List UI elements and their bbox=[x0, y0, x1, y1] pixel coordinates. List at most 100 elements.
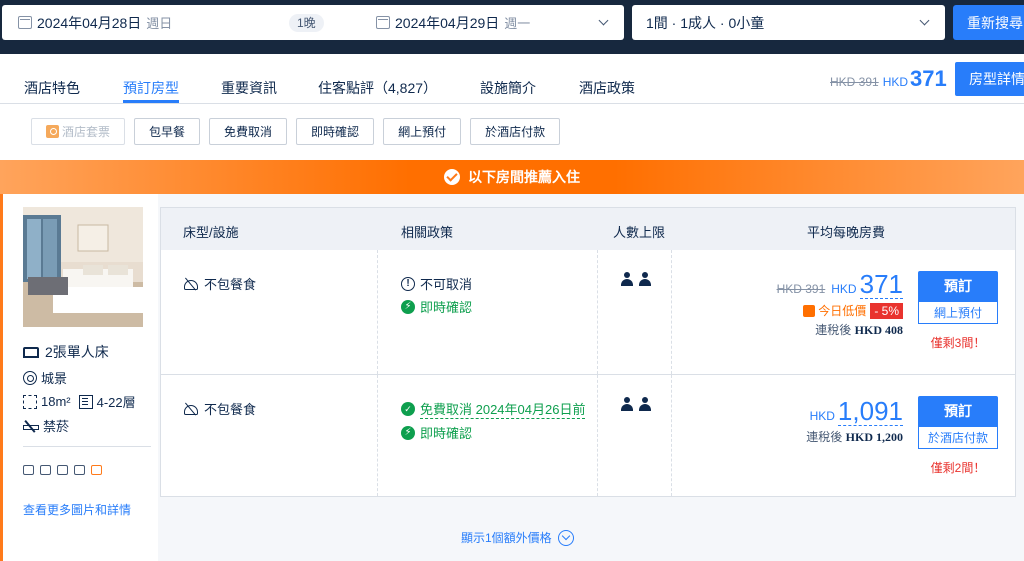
confirm-policy-text: 即時確認 bbox=[420, 300, 473, 315]
size-text: 18m² bbox=[41, 394, 71, 409]
filter-pay-at-hotel[interactable]: 於酒店付款 bbox=[470, 118, 561, 145]
floor-text: 4-22層 bbox=[96, 395, 136, 410]
recommend-banner: 以下房間推薦入住 bbox=[0, 160, 1024, 194]
price-currency: HKD bbox=[831, 282, 857, 296]
table-row: 不包餐食 ! 不可取消 ⚡ 即時確認 HKD 391 HKD 371 今日低價 … bbox=[161, 250, 1015, 375]
meal-text: 不包餐食 bbox=[204, 277, 257, 292]
book-button[interactable]: 預訂 bbox=[918, 271, 998, 301]
filter-breakfast[interactable]: 包早餐 bbox=[134, 118, 201, 145]
table-row: 不包餐食 ✓ 免費取消 2024年04月26日前 ⚡ 即時確認 HKD 1,09… bbox=[161, 375, 1015, 496]
room-details-button[interactable]: 房型詳情 bbox=[955, 62, 1024, 96]
rooms-left: 僅剩3間！ bbox=[930, 336, 986, 350]
no-meal-icon bbox=[183, 277, 198, 290]
tab-reviews[interactable]: 住客點評（4,827） bbox=[318, 78, 437, 98]
view-icon bbox=[23, 370, 37, 385]
smoking-text: 禁菸 bbox=[43, 419, 70, 434]
section-tabs: 酒店特色 預訂房型 重要資訊 住客點評（4,827） 設施簡介 酒店政策 HKD… bbox=[0, 62, 1024, 104]
checkin-date[interactable]: 2024年04月28日 bbox=[37, 13, 141, 33]
max-guests bbox=[621, 397, 657, 411]
tax-value: HKD 408 bbox=[854, 323, 903, 337]
bed-icon bbox=[23, 346, 39, 358]
search-button[interactable]: 重新搜尋 bbox=[953, 5, 1024, 40]
deal-label: 今日低價 bbox=[818, 304, 867, 318]
amenity-icons bbox=[23, 465, 108, 475]
tv-icon bbox=[40, 465, 51, 475]
column-divider bbox=[377, 375, 378, 496]
bed-type-text: 2張單人床 bbox=[45, 344, 109, 360]
checkin-weekday: 週日 bbox=[146, 16, 173, 31]
column-divider bbox=[597, 375, 598, 496]
show-more-prices[interactable]: 顯示1個額外價格 bbox=[461, 529, 574, 546]
bed-type: 2張單人床 bbox=[23, 342, 109, 362]
header-bed: 床型/設施 bbox=[183, 225, 239, 240]
chevron-down-icon bbox=[919, 15, 930, 26]
tab-important-info[interactable]: 重要資訊 bbox=[221, 78, 277, 98]
guests-selector[interactable]: 1間 · 1成人 · 0小童 bbox=[632, 5, 945, 40]
filter-hotel-package[interactable]: 酒店套票 bbox=[31, 118, 126, 145]
tab-facilities[interactable]: 設施簡介 bbox=[480, 78, 536, 98]
price-currency: HKD bbox=[809, 409, 835, 423]
payment-type[interactable]: 網上預付 bbox=[918, 301, 998, 324]
room-photo[interactable] bbox=[23, 207, 143, 327]
filter-label: 免費取消 bbox=[224, 125, 273, 139]
divider bbox=[23, 446, 151, 447]
filter-label: 酒店套票 bbox=[62, 125, 111, 139]
cancel-policy[interactable]: ✓ 免費取消 2024年04月26日前 bbox=[401, 399, 586, 419]
filter-prepay[interactable]: 網上預付 bbox=[383, 118, 462, 145]
price-block: HKD 1,091 連稅後 HKD 1,200 bbox=[806, 397, 903, 445]
no-smoking-icon bbox=[23, 419, 39, 433]
info-icon: ! bbox=[401, 276, 415, 291]
person-icon bbox=[639, 272, 651, 286]
kettle-icon bbox=[74, 465, 85, 475]
price-value[interactable]: 1,091 bbox=[837, 397, 903, 426]
tab-rooms[interactable]: 預訂房型 bbox=[123, 78, 179, 98]
filter-label: 網上預付 bbox=[398, 125, 447, 139]
header-policy: 相關政策 bbox=[401, 225, 454, 240]
cancel-policy: ! 不可取消 bbox=[401, 274, 472, 293]
calendar-icon bbox=[376, 16, 390, 29]
floor-icon bbox=[78, 394, 93, 409]
rate-table: 床型/設施 相關政策 人數上限 平均每晚房費 不包餐食 ! 不可取消 ⚡ 即時確… bbox=[160, 207, 1016, 497]
filter-instant-confirm[interactable]: 即時確認 bbox=[296, 118, 375, 145]
price-value[interactable]: 371 bbox=[859, 270, 903, 299]
table-header: 床型/設施 相關政策 人數上限 平均每晚房費 bbox=[161, 208, 1015, 250]
deal-percent: - 5% bbox=[870, 302, 903, 319]
meal-info: 不包餐食 bbox=[183, 399, 256, 418]
date-picker[interactable]: 2024年04月28日 週日 1晚 2024年04月29日 週一 bbox=[2, 5, 624, 40]
book-button[interactable]: 預訂 bbox=[918, 396, 998, 426]
cancel-policy-text: 不可取消 bbox=[420, 277, 473, 292]
heater-icon bbox=[91, 465, 102, 475]
filter-free-cancel[interactable]: 免費取消 bbox=[209, 118, 288, 145]
book-group: 預訂 於酒店付款 僅剩2間！ bbox=[918, 396, 998, 476]
cancel-policy-text: 免費取消 2024年04月26日前 bbox=[420, 399, 586, 419]
column-divider bbox=[597, 250, 598, 374]
checkout-weekday: 週一 bbox=[504, 16, 531, 31]
banner-text: 以下房間推薦入住 bbox=[468, 169, 580, 185]
confirm-policy: ⚡ 即時確認 bbox=[401, 297, 472, 316]
show-more-prices-text: 顯示1個額外價格 bbox=[461, 531, 552, 545]
checkout-date[interactable]: 2024年04月29日 bbox=[395, 13, 499, 33]
meal-info: 不包餐食 bbox=[183, 274, 256, 293]
deal-badge: 今日低價 - 5% bbox=[777, 302, 903, 319]
filter-label: 於酒店付款 bbox=[485, 125, 546, 139]
header-price-old: HKD 391 bbox=[830, 75, 879, 89]
price-old: HKD 391 bbox=[776, 282, 826, 296]
search-bar: 2024年04月28日 週日 1晚 2024年04月29日 週一 1間 · 1成… bbox=[0, 0, 1024, 54]
fridge-icon bbox=[57, 465, 68, 475]
header-max-guests: 人數上限 bbox=[613, 225, 666, 240]
chevron-down-icon[interactable] bbox=[598, 15, 609, 26]
header-avg-price: 平均每晚房費 bbox=[807, 225, 886, 240]
more-photos-link[interactable]: 查看更多圖片和詳情 bbox=[23, 501, 131, 518]
check-circle-icon bbox=[444, 169, 460, 185]
lightning-icon: ⚡ bbox=[401, 299, 415, 314]
tab-policies[interactable]: 酒店政策 bbox=[579, 78, 635, 98]
price-block: HKD 391 HKD 371 今日低價 - 5% 連稅後 HKD 408 bbox=[777, 270, 903, 338]
meal-text: 不包餐食 bbox=[204, 402, 257, 417]
confirm-policy: ⚡ 即時確認 bbox=[401, 423, 472, 442]
tab-features[interactable]: 酒店特色 bbox=[24, 78, 80, 98]
payment-type[interactable]: 於酒店付款 bbox=[918, 426, 998, 449]
column-divider bbox=[671, 250, 672, 374]
tax-price: 連稅後 HKD 1,200 bbox=[806, 428, 903, 445]
confirm-policy-text: 即時確認 bbox=[420, 426, 473, 441]
header-price-currency: HKD bbox=[882, 75, 909, 89]
